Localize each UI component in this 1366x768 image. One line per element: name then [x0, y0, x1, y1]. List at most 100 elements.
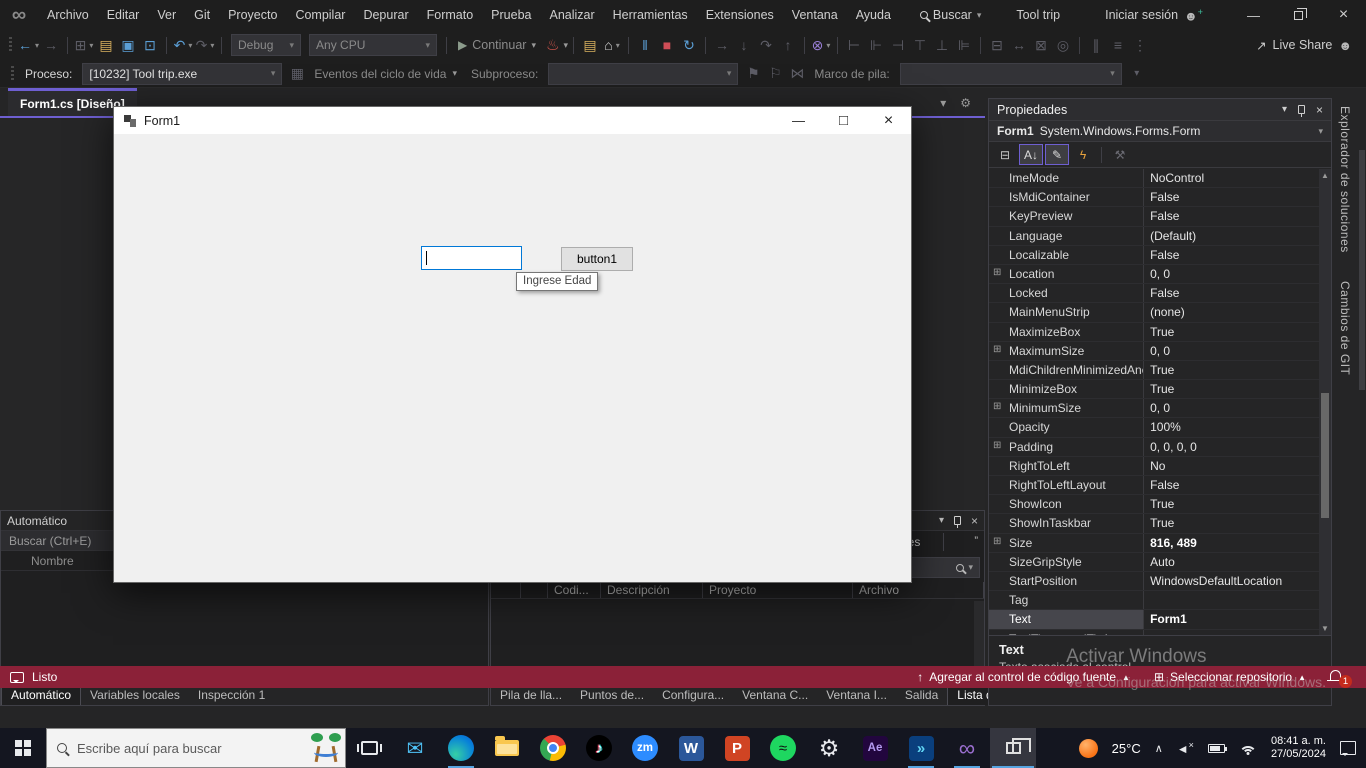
pause-icon[interactable]: ‖: [635, 33, 655, 57]
menu-item[interactable]: Prueba: [482, 0, 540, 30]
select-repository-button[interactable]: ⊞ Seleccionar repositorio ▲: [1154, 670, 1306, 684]
running-form-icon[interactable]: [990, 728, 1036, 768]
taskbar-search-input[interactable]: Escribe aquí para buscar: [46, 728, 346, 768]
battery-icon[interactable]: [1208, 744, 1225, 753]
settings-icon[interactable]: ⚙: [806, 728, 852, 768]
panel-dropdown-icon[interactable]: ▾: [939, 515, 944, 526]
scroll-down-icon[interactable]: ▼: [1321, 624, 1329, 633]
flag-icon[interactable]: ⚑: [743, 62, 763, 86]
browse-files-icon[interactable]: ▤: [580, 33, 600, 57]
properties-scrollbar[interactable]: ▲ ▼: [1319, 169, 1331, 635]
side-tab[interactable]: Cambios de GIT: [1338, 271, 1352, 385]
MaximumSize[interactable]: MaximumSize 0, 0: [989, 342, 1319, 361]
menu-item-tool-trip[interactable]: Tool trip: [1007, 0, 1069, 30]
platform-select[interactable]: Any CPU▾: [309, 34, 437, 56]
debug-configuration-select[interactable]: Debug▾: [231, 34, 301, 56]
menu-item[interactable]: Herramientas: [604, 0, 697, 30]
toolbar-button[interactable]: [1079, 37, 1080, 54]
toolbar-options-icon[interactable]: ⋮: [1130, 33, 1150, 57]
form1-titlebar[interactable]: Form1 — □ ×: [114, 107, 911, 134]
toolbar-button[interactable]: [166, 37, 167, 54]
form-maximize-button[interactable]: □: [821, 107, 866, 134]
align-centers-icon[interactable]: ⊩: [866, 33, 886, 57]
scrollbar-thumb[interactable]: [1321, 393, 1329, 519]
Opacity[interactable]: Opacity 100%: [989, 418, 1319, 437]
menu-item[interactable]: Git: [185, 0, 219, 30]
lifecycle-events-icon[interactable]: ▦: [287, 62, 307, 86]
gear-icon[interactable]: ⚙: [960, 96, 971, 110]
selected-object-select[interactable]: Form1 System.Windows.Forms.Form ▾: [989, 120, 1331, 142]
severity-column-header[interactable]: [491, 582, 521, 598]
undo-icon[interactable]: ↶: [173, 33, 193, 57]
threads-in-source-icon[interactable]: ⊗: [811, 33, 831, 57]
chrome-icon[interactable]: [530, 728, 576, 768]
minimize-button[interactable]: —: [1231, 0, 1276, 30]
description-column-header[interactable]: Descripción: [601, 582, 703, 598]
property-pages-icon[interactable]: ⚒: [1108, 144, 1132, 165]
Text[interactable]: Text Form1: [989, 610, 1319, 629]
edge-icon[interactable]: [438, 728, 484, 768]
panel-dropdown-icon[interactable]: ▾: [1282, 104, 1287, 115]
close-icon[interactable]: ×: [971, 514, 978, 528]
button1[interactable]: button1: [561, 247, 633, 271]
align-lefts-icon[interactable]: ⊢: [844, 33, 864, 57]
align-tops-icon[interactable]: ⊤: [910, 33, 930, 57]
age-textbox[interactable]: [421, 246, 522, 270]
restore-button[interactable]: [1276, 0, 1321, 30]
mail-icon[interactable]: ✉: [392, 728, 438, 768]
add-to-source-control-button[interactable]: ↑ Agregar al control de código fuente ▲: [917, 670, 1130, 684]
phone-link-icon[interactable]: »: [898, 728, 944, 768]
step-into-icon[interactable]: ↓: [734, 33, 754, 57]
thread-select[interactable]: ▾: [548, 63, 738, 85]
home-window-icon[interactable]: ⌂: [602, 33, 622, 57]
Location[interactable]: Location 0, 0: [989, 265, 1319, 284]
volume-muted-icon[interactable]: ◄×: [1177, 740, 1194, 756]
menu-item[interactable]: Extensiones: [697, 0, 783, 30]
hot-reload-icon[interactable]: ♨: [546, 36, 559, 54]
toolbar-button[interactable]: [804, 37, 805, 54]
Localizable[interactable]: Localizable False: [989, 246, 1319, 265]
MinimizeBox[interactable]: MinimizeBox True: [989, 380, 1319, 399]
toolbar-button[interactable]: [67, 37, 68, 54]
size-to-grid-icon[interactable]: ⊠: [1031, 33, 1051, 57]
zoom-icon[interactable]: zm: [622, 728, 668, 768]
MaximizeBox[interactable]: MaximizeBox True: [989, 323, 1319, 342]
lifecycle-events-label[interactable]: Eventos del ciclo de vida: [314, 67, 446, 81]
Size[interactable]: Size 816, 489: [989, 534, 1319, 553]
new-project-icon[interactable]: ⊞: [74, 33, 94, 57]
events-icon[interactable]: ϟ: [1071, 144, 1095, 165]
file-explorer-icon[interactable]: [484, 728, 530, 768]
menu-item[interactable]: Formato: [418, 0, 483, 30]
align-bottoms-icon[interactable]: ⊫: [954, 33, 974, 57]
IsMdiContainer[interactable]: IsMdiContainer False: [989, 188, 1319, 207]
toolbar-button[interactable]: [628, 37, 629, 54]
MainMenuStrip[interactable]: MainMenuStrip (none): [989, 303, 1319, 322]
StartPosition[interactable]: StartPosition WindowsDefaultLocation: [989, 572, 1319, 591]
hidden-icons-chevron[interactable]: ∧: [1155, 742, 1163, 755]
MdiChildrenMinimizedAncl[interactable]: MdiChildrenMinimizedAncl True: [989, 361, 1319, 380]
tiktok-icon[interactable]: ♪: [576, 728, 622, 768]
redo-icon[interactable]: ↷: [195, 33, 215, 57]
feedback-icon[interactable]: [10, 672, 24, 683]
MinimumSize[interactable]: MinimumSize 0, 0: [989, 399, 1319, 418]
project-column-header[interactable]: Proyecto: [703, 582, 853, 598]
alphabetical-icon[interactable]: A↓: [1019, 144, 1043, 165]
toolbar-button[interactable]: [221, 37, 222, 54]
form-minimize-button[interactable]: —: [776, 107, 821, 134]
panel-overflow-icon[interactable]: ”: [974, 535, 978, 547]
ShowIcon[interactable]: ShowIcon True: [989, 495, 1319, 514]
weather-icon[interactable]: [1079, 739, 1098, 758]
continue-button[interactable]: ▶ Continuar ▾: [458, 38, 536, 52]
SizeGripStyle[interactable]: SizeGripStyle Auto: [989, 553, 1319, 572]
stop-icon[interactable]: ■: [657, 33, 677, 57]
action-center-icon[interactable]: [1340, 741, 1356, 755]
align-rights-icon[interactable]: ⊣: [888, 33, 908, 57]
restart-icon[interactable]: ↻: [679, 33, 699, 57]
nav-forward-icon[interactable]: →: [41, 33, 61, 57]
close-button[interactable]: ×: [1321, 0, 1366, 30]
code-column-header[interactable]: Codi...: [548, 582, 601, 598]
visual-studio-icon[interactable]: ∞: [944, 728, 990, 768]
Language[interactable]: Language (Default): [989, 227, 1319, 246]
step-over-icon[interactable]: ↷: [756, 33, 776, 57]
unwind-icon[interactable]: ⋈: [787, 62, 807, 86]
